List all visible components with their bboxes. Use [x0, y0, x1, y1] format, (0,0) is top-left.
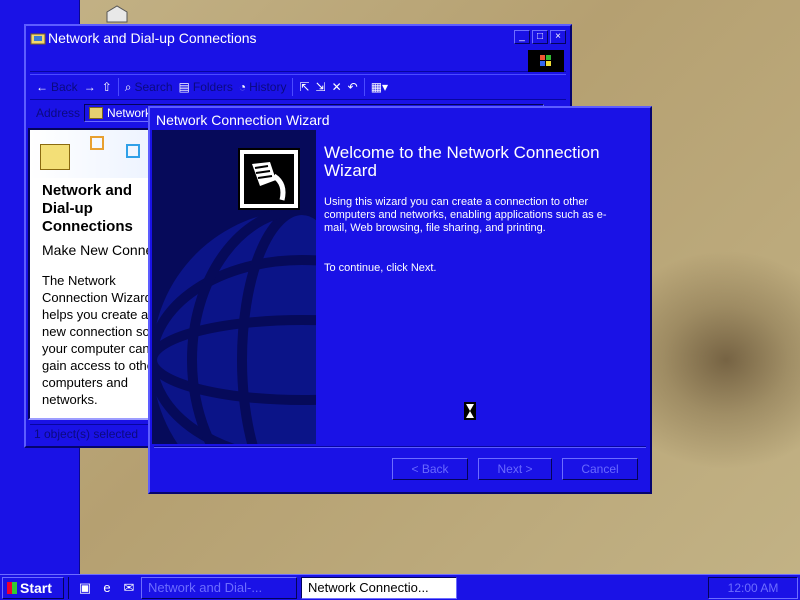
standard-toolbar: ← Back → ⇧ ⌕ Search ▤ Folders ◔ History ⇱ ⇲ … — [30, 74, 566, 100]
copy-to-button[interactable]: ⇲ — [316, 80, 326, 94]
wizard-separator — [154, 446, 646, 448]
network-cable-icon — [238, 148, 300, 210]
quick-launch: ▣ e ✉ — [68, 576, 137, 599]
minimize-button[interactable]: _ — [514, 30, 530, 44]
network-folder-icon — [30, 30, 46, 46]
panel-title: Network and Dial-up Connections — [42, 182, 133, 235]
copy-to-icon: ⇲ — [315, 80, 326, 94]
undo-button[interactable]: ↶ — [348, 80, 358, 94]
system-tray-clock[interactable]: 12:00 AM — [708, 577, 798, 599]
cancel-button[interactable]: Cancel — [562, 458, 638, 480]
internet-explorer-icon[interactable]: e — [99, 580, 115, 596]
up-folder-icon: ⇧ — [101, 80, 112, 94]
menu-bar[interactable] — [30, 50, 566, 72]
delete-button[interactable]: ✕ — [332, 80, 342, 94]
history-icon: ◔ — [238, 80, 247, 94]
back-button[interactable]: < Back — [392, 458, 468, 480]
hourglass-cursor-icon — [464, 402, 476, 420]
search-icon: ⌕ — [124, 79, 132, 94]
back-button[interactable]: ← Back — [36, 80, 78, 94]
address-label: Address — [36, 106, 81, 120]
windows-flag-icon — [7, 581, 17, 594]
taskbar: Start ▣ e ✉ Network and Dial-... Network… — [0, 574, 800, 600]
folders-icon: ▤ — [178, 80, 190, 94]
up-folder-button[interactable]: ⇧ — [102, 80, 112, 94]
wizard-content: Welcome to the Network Connection Wizard… — [324, 130, 646, 444]
close-button[interactable]: × — [550, 30, 566, 44]
network-folder-icon — [89, 107, 104, 119]
decor-square — [126, 144, 140, 158]
views-grid-icon: ▦▾ — [370, 80, 389, 94]
outlook-express-icon[interactable]: ✉ — [121, 580, 137, 596]
wizard-heading: Welcome to the Network Connection Wizard — [324, 143, 600, 180]
forward-arrow-icon: → — [83, 80, 96, 94]
history-button[interactable]: ◔ History — [239, 80, 287, 94]
delete-x-icon: ✕ — [331, 80, 342, 94]
network-connection-wizard[interactable]: Network Connection Wizard Welcome to the… — [148, 106, 652, 494]
back-arrow-icon: ← — [36, 80, 48, 94]
folders-button[interactable]: ▤ Folders — [179, 80, 233, 94]
forward-button[interactable]: → — [84, 80, 96, 94]
toolbar-separator — [292, 78, 294, 96]
wizard-description: Using this wizard you can create a conne… — [324, 196, 607, 234]
decor-square — [90, 136, 104, 150]
search-button[interactable]: ⌕ Search — [125, 80, 173, 95]
task-explorer[interactable]: Network and Dial-... — [141, 576, 297, 599]
undo-icon: ↶ — [347, 80, 358, 94]
windows-logo-icon — [528, 50, 564, 72]
maximize-button[interactable]: □ — [532, 30, 548, 44]
wizard-titlebar[interactable]: Network Connection Wizard — [152, 110, 648, 130]
my-documents-icon[interactable] — [103, 4, 131, 24]
start-button[interactable]: Start — [2, 576, 64, 599]
wizard-banner — [152, 130, 316, 444]
panel-description: The Network Connection Wizard helps you … — [42, 273, 159, 407]
next-button[interactable]: Next > — [478, 458, 552, 480]
views-button[interactable]: ▦▾ — [371, 80, 388, 94]
task-wizard[interactable]: Network Connectio... — [301, 576, 457, 599]
wizard-continue-text: To continue, click Next. — [324, 262, 437, 274]
toolbar-separator — [117, 78, 119, 96]
toolbar-separator — [363, 78, 365, 96]
move-to-icon: ⇱ — [299, 80, 310, 94]
explorer-title-text: Network and Dial-up Connections — [48, 30, 257, 46]
move-to-button[interactable]: ⇱ — [299, 80, 309, 94]
network-connections-icon — [40, 144, 70, 170]
explorer-titlebar[interactable]: Network and Dial-up Connections _ □ × — [28, 28, 568, 48]
show-desktop-icon[interactable]: ▣ — [77, 580, 93, 596]
